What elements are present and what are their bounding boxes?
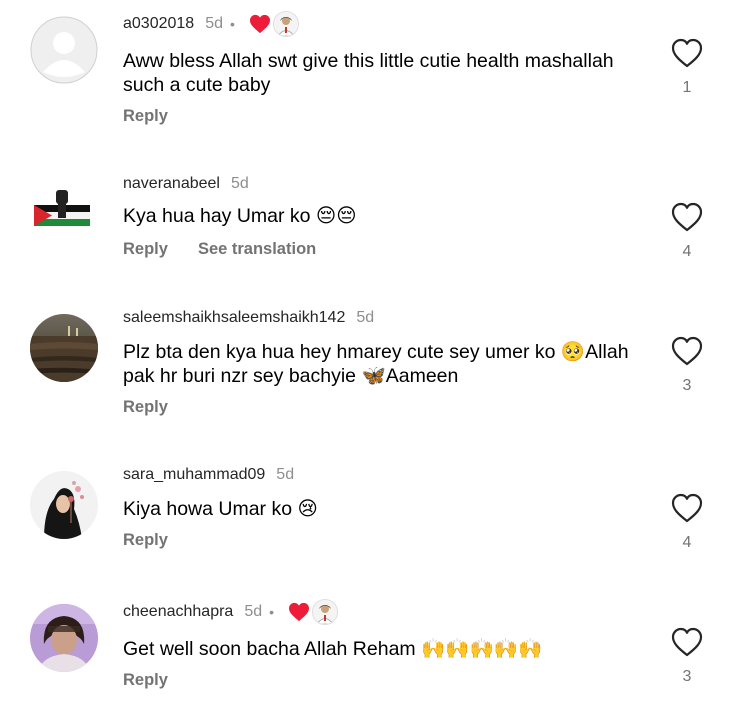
reply-button[interactable]: Reply xyxy=(123,107,168,126)
reply-button[interactable]: Reply xyxy=(123,671,168,690)
comment-text: Kiya howa Umar ko 😢 xyxy=(123,498,318,520)
separator-dot: • xyxy=(269,604,275,620)
palestine-flag-fist-icon xyxy=(30,180,98,248)
like-heart-icon[interactable] xyxy=(671,202,703,232)
separator-dot: • xyxy=(229,16,235,32)
like-heart-icon[interactable] xyxy=(671,336,703,366)
timestamp: 5d xyxy=(276,466,295,483)
like-count: 1 xyxy=(682,79,692,96)
like-count: 4 xyxy=(682,534,692,551)
username[interactable]: sara_muhammad09 xyxy=(123,466,265,484)
author-liked-heart-icon xyxy=(288,602,310,622)
author-avatar-icon xyxy=(312,599,339,625)
woman-photo-icon xyxy=(30,604,98,672)
username[interactable]: a0302018 xyxy=(123,15,194,33)
avatar[interactable] xyxy=(30,604,98,672)
landscape-photo-icon xyxy=(30,314,98,382)
username[interactable]: saleemshaikhsaleemshaikh142 xyxy=(123,309,345,327)
avatar[interactable] xyxy=(30,471,98,539)
reply-button[interactable]: Reply xyxy=(123,398,168,417)
avatar[interactable] xyxy=(30,16,98,84)
like-heart-icon[interactable] xyxy=(671,38,703,68)
avatar[interactable] xyxy=(30,180,98,248)
avatar[interactable] xyxy=(30,314,98,382)
comment-text: Plz bta den kya hua hey hmarey cute sey … xyxy=(123,341,629,387)
username[interactable]: naveranabeel xyxy=(123,175,220,193)
reply-button[interactable]: Reply xyxy=(123,240,168,259)
like-heart-icon[interactable] xyxy=(671,627,703,657)
author-avatar-icon xyxy=(272,11,299,37)
timestamp: 5d xyxy=(244,603,263,620)
default-avatar-icon xyxy=(30,16,98,84)
like-count: 4 xyxy=(682,243,692,260)
timestamp: 5d xyxy=(205,15,223,32)
timestamp: 5d xyxy=(356,309,375,326)
hijab-illustration-icon xyxy=(30,471,98,539)
timestamp: 5d xyxy=(230,175,249,192)
like-heart-icon[interactable] xyxy=(671,493,703,523)
username[interactable]: cheenachhapra xyxy=(123,603,233,621)
like-count: 3 xyxy=(682,668,692,685)
comment-text: Get well soon bacha Allah Reham 🙌🙌🙌🙌🙌 xyxy=(123,638,543,660)
comment-text: Kya hua hay Umar ko 😔😔 xyxy=(123,205,357,227)
see-translation-button[interactable]: See translation xyxy=(198,240,316,259)
author-liked-heart-icon xyxy=(249,14,271,34)
reply-button[interactable]: Reply xyxy=(123,531,168,550)
like-count: 3 xyxy=(682,377,692,394)
comment-text: Aww bless Allah swt give this little cut… xyxy=(123,50,614,96)
